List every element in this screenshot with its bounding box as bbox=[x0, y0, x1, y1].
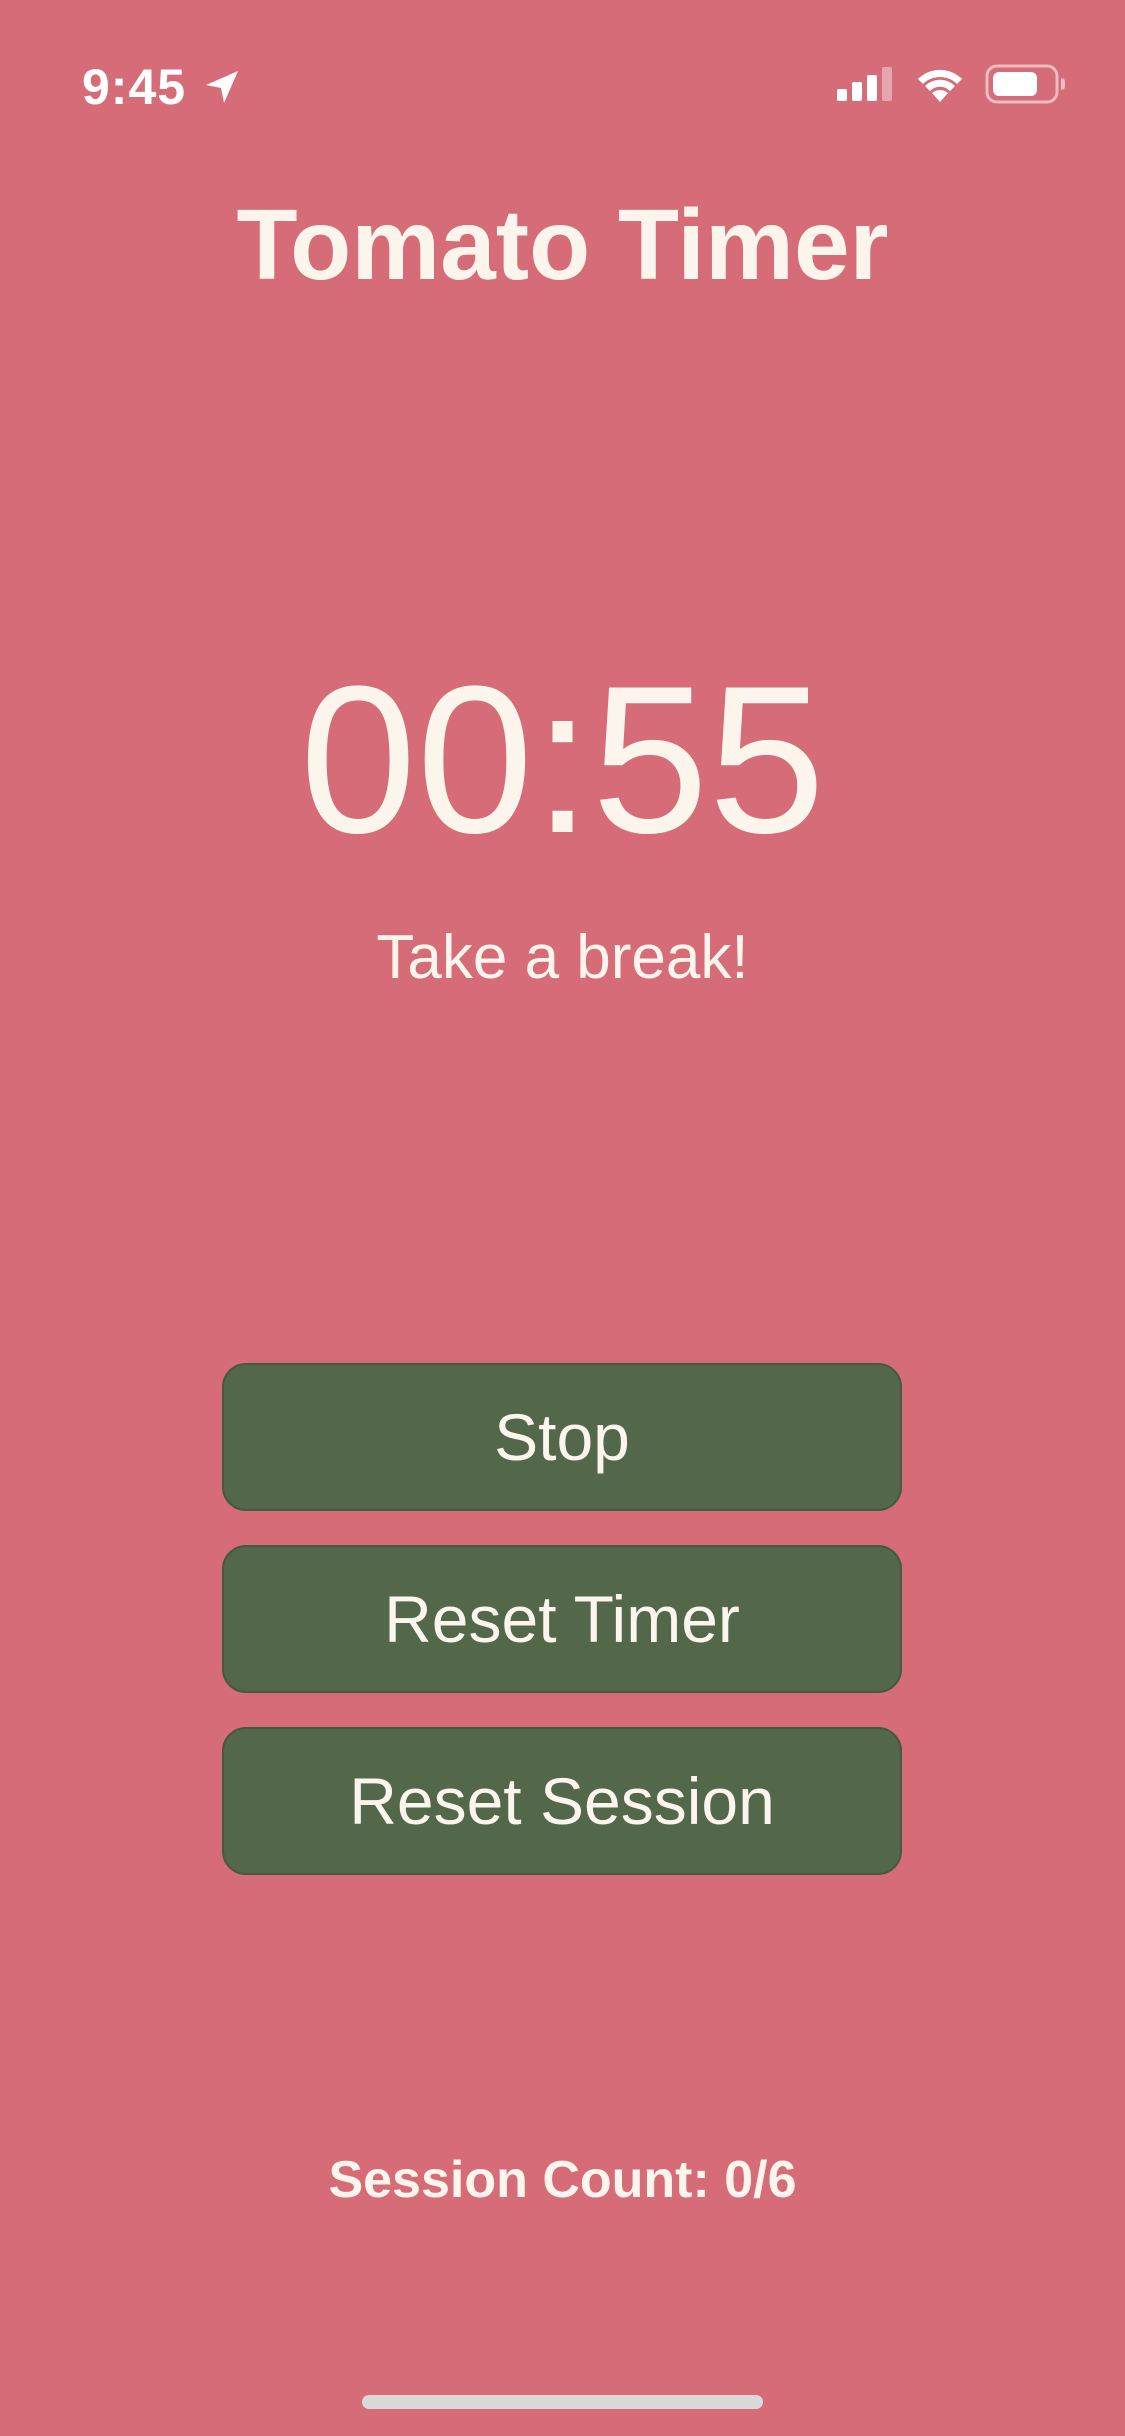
status-time: 9:45 bbox=[82, 59, 187, 115]
wifi-icon bbox=[918, 69, 962, 102]
status-indicators bbox=[837, 64, 1067, 104]
reset-session-button[interactable]: Reset Session bbox=[222, 1727, 902, 1875]
reset-timer-button[interactable]: Reset Timer bbox=[222, 1545, 902, 1693]
timer-display: 00:55 bbox=[299, 642, 826, 877]
home-indicator[interactable] bbox=[362, 2395, 763, 2409]
location-arrow-icon bbox=[206, 71, 239, 103]
status-time-group: 9:45 bbox=[82, 58, 242, 116]
timer-status-message: Take a break! bbox=[376, 923, 749, 992]
page-title: Tomato Timer bbox=[236, 189, 889, 301]
session-count-label: Session Count: 0/6 bbox=[328, 2151, 797, 2209]
battery-icon bbox=[985, 64, 1065, 104]
cellular-signal-icon bbox=[837, 67, 892, 101]
app-screen: 9:45 Tomato Timer 00:55 Take a break! St… bbox=[0, 0, 1125, 2436]
status-bar: 9:45 bbox=[0, 0, 1125, 140]
stop-button[interactable]: Stop bbox=[222, 1363, 902, 1511]
